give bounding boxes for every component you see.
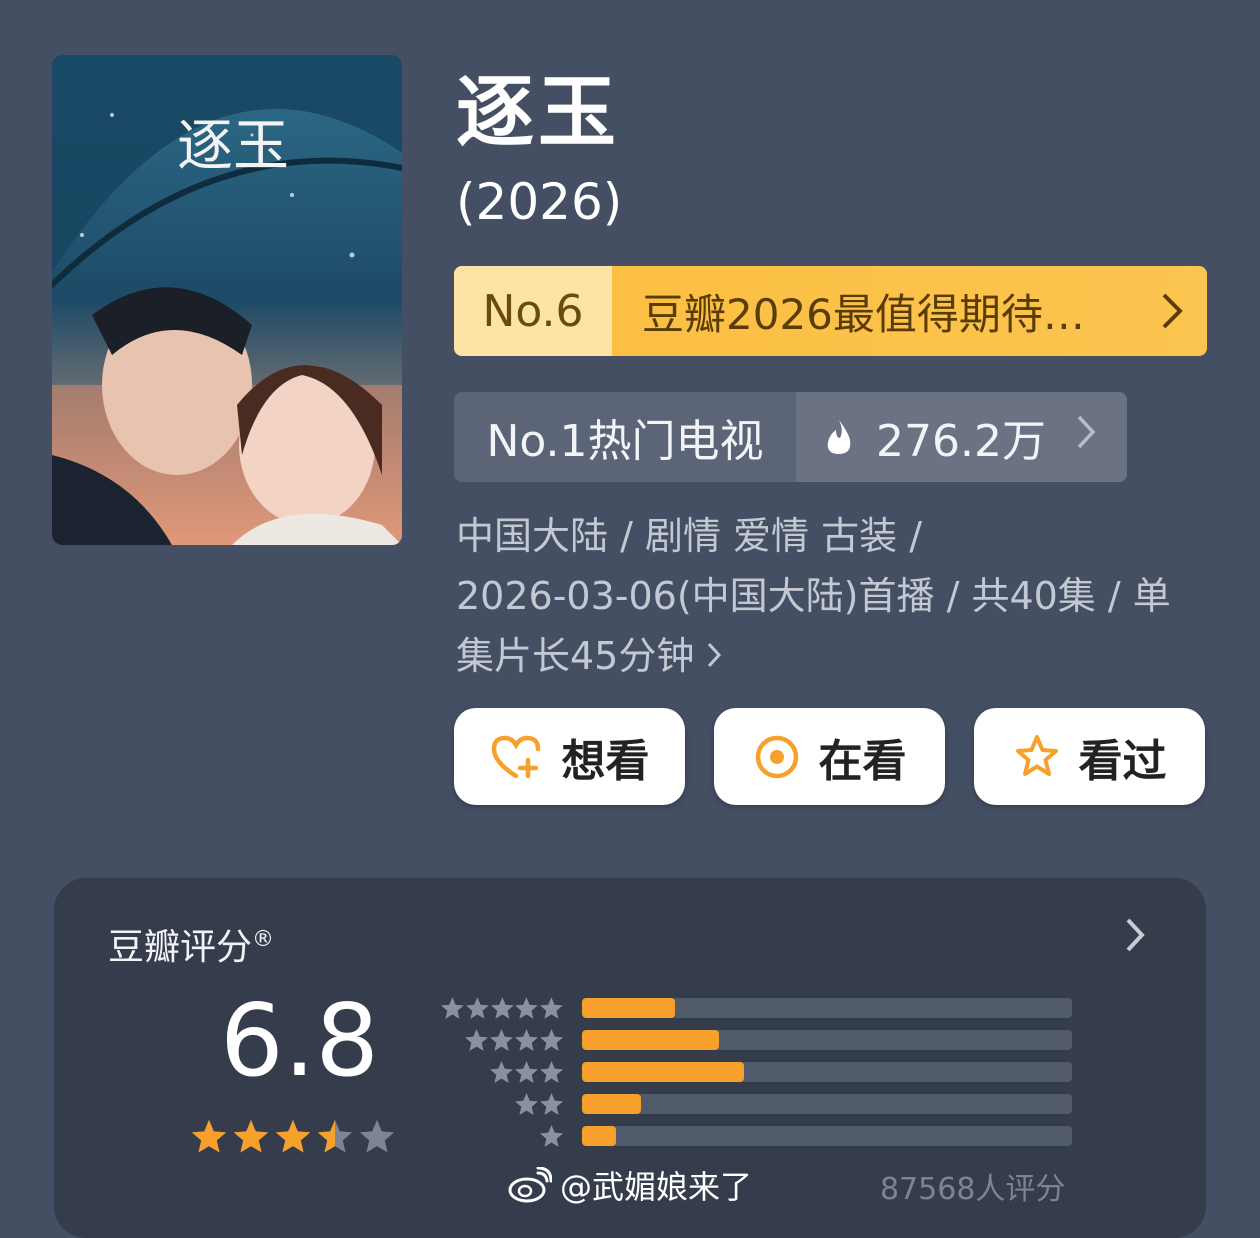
distribution-track bbox=[582, 998, 1072, 1018]
distribution-stars bbox=[440, 1124, 564, 1149]
distribution-stars bbox=[440, 1060, 564, 1085]
show-title: 逐玉 bbox=[456, 68, 621, 158]
rating-count: 87568人评分 bbox=[880, 1172, 1066, 1207]
rating-distribution-row bbox=[440, 993, 1072, 1023]
rank-list-name: 豆瓣2026最值得期待… bbox=[642, 289, 1085, 339]
small-star-icon bbox=[515, 1092, 538, 1115]
rating-star-icon bbox=[191, 1119, 227, 1153]
rating-star-icon bbox=[233, 1119, 269, 1153]
distribution-track bbox=[582, 1126, 1072, 1146]
meta-line-duration: 集片长45分钟 bbox=[456, 634, 695, 678]
small-star-icon bbox=[490, 996, 514, 1019]
small-star-icon bbox=[466, 996, 489, 1019]
want-to-watch-label: 想看 bbox=[561, 735, 650, 787]
distribution-track bbox=[582, 1030, 1072, 1050]
rating-star-icon bbox=[359, 1119, 395, 1153]
small-star-icon bbox=[540, 996, 563, 1019]
rating-distribution-row bbox=[440, 1089, 1072, 1119]
star-outline-icon bbox=[1013, 733, 1061, 781]
chevron-right-icon bbox=[706, 634, 722, 678]
watermark-text: @武媚娘来了 bbox=[560, 1168, 753, 1206]
chevron-right-icon bbox=[1076, 414, 1096, 460]
small-star-icon bbox=[540, 1092, 563, 1115]
small-star-icon bbox=[441, 996, 464, 1019]
rating-title: 豆瓣评分® bbox=[108, 927, 275, 968]
distribution-track bbox=[582, 1094, 1072, 1114]
rating-distribution-row bbox=[440, 1121, 1072, 1151]
distribution-fill bbox=[582, 1062, 744, 1082]
rating-score: 6.8 bbox=[220, 982, 380, 1099]
hot-tv-banner[interactable]: No.1热门电视 276.2万 bbox=[454, 392, 1127, 482]
small-star-icon bbox=[515, 1028, 538, 1051]
distribution-fill bbox=[582, 1094, 641, 1114]
small-star-icon bbox=[540, 1060, 563, 1083]
weibo-icon bbox=[508, 1167, 552, 1203]
poster-image[interactable]: 逐玉 bbox=[52, 55, 402, 545]
small-star-icon bbox=[490, 1060, 513, 1083]
distribution-fill bbox=[582, 1030, 720, 1050]
watched-button[interactable]: 看过 bbox=[974, 708, 1205, 805]
small-star-icon bbox=[490, 1028, 513, 1051]
registered-mark: ® bbox=[252, 927, 275, 952]
poster-title: 逐玉 bbox=[177, 114, 289, 179]
small-star-icon bbox=[540, 1124, 563, 1147]
distribution-stars bbox=[440, 996, 564, 1021]
rating-distribution-row bbox=[440, 1025, 1072, 1055]
fire-icon bbox=[824, 418, 854, 456]
rank-number: No.6 bbox=[454, 266, 612, 356]
weibo-watermark: @武媚娘来了 bbox=[508, 1162, 752, 1208]
show-meta[interactable]: 中国大陆 / 剧情 爱情 古装 / 2026-03-06(中国大陆)首播 / 共… bbox=[456, 506, 1216, 686]
chevron-right-icon bbox=[1137, 266, 1207, 356]
rating-star-icon bbox=[275, 1119, 311, 1153]
watched-label: 看过 bbox=[1078, 735, 1167, 787]
distribution-fill bbox=[582, 998, 676, 1018]
watching-label: 在看 bbox=[818, 735, 907, 787]
chevron-right-icon[interactable] bbox=[1124, 916, 1146, 964]
hot-tv-label: No.1热门电视 bbox=[486, 416, 764, 467]
show-year: (2026) bbox=[456, 173, 623, 231]
heart-plus-icon bbox=[490, 734, 544, 780]
small-star-icon bbox=[465, 1028, 488, 1051]
distribution-track bbox=[582, 1062, 1072, 1082]
small-star-icon bbox=[515, 1060, 538, 1083]
distribution-fill bbox=[582, 1126, 617, 1146]
small-star-icon bbox=[540, 1028, 563, 1051]
watching-button[interactable]: 在看 bbox=[714, 708, 945, 805]
hot-count: 276.2万 bbox=[876, 416, 1046, 467]
distribution-stars bbox=[440, 1092, 564, 1117]
target-icon bbox=[753, 733, 801, 781]
distribution-stars bbox=[440, 1028, 564, 1053]
meta-line-premiere: 2026-03-06(中国大陆)首播 / 共40集 / 单 bbox=[456, 574, 1171, 618]
want-to-watch-button[interactable]: 想看 bbox=[454, 708, 685, 805]
rating-stars bbox=[190, 1118, 400, 1156]
meta-line-region-genre: 中国大陆 / 剧情 爱情 古装 / bbox=[456, 514, 923, 558]
ranking-banner[interactable]: No.6 豆瓣2026最值得期待… bbox=[454, 266, 1207, 356]
small-star-icon bbox=[515, 996, 539, 1019]
rating-star-icon bbox=[317, 1119, 353, 1153]
rating-distribution-row bbox=[440, 1057, 1072, 1087]
